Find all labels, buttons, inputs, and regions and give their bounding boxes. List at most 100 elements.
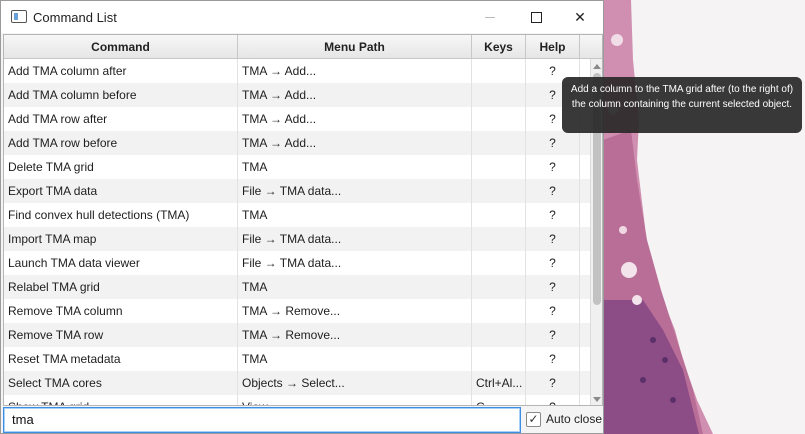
table-header: Command Menu Path Keys Help: [4, 35, 602, 59]
column-header-command[interactable]: Command: [4, 35, 238, 59]
help-cell[interactable]: ?: [526, 347, 580, 371]
command-cell: Find convex hull detections (TMA): [4, 203, 238, 227]
row-filler: [580, 299, 590, 323]
row-filler: [580, 323, 590, 347]
keys-cell: [472, 251, 526, 275]
help-cell[interactable]: ?: [526, 179, 580, 203]
table-row[interactable]: Add TMA row before TMA → Add...?: [4, 131, 590, 155]
filter-input[interactable]: tma: [3, 407, 521, 433]
table-row[interactable]: Export TMA data File → TMA data...?: [4, 179, 590, 203]
keys-cell: [472, 59, 526, 83]
menu-path-cell: View: [238, 395, 472, 405]
help-cell[interactable]: ?: [526, 323, 580, 347]
table-row[interactable]: Select TMA cores Objects → Select... Ctrl+…: [4, 371, 590, 395]
help-cell[interactable]: ?: [526, 203, 580, 227]
command-list-window: Command List ✕ Command Menu Path Keys He…: [0, 0, 604, 434]
table-row[interactable]: Add TMA row after TMA → Add...?: [4, 107, 590, 131]
command-cell: Remove TMA row: [4, 323, 238, 347]
row-filler: [580, 131, 590, 155]
keys-cell: [472, 179, 526, 203]
command-cell: Delete TMA grid: [4, 155, 238, 179]
keys-cell: [472, 347, 526, 371]
table-row[interactable]: Remove TMA row TMA → Remove...?: [4, 323, 590, 347]
keys-cell: [472, 299, 526, 323]
auto-close-label: Auto close: [546, 412, 603, 426]
menu-path-cell: TMA → Add...: [238, 131, 472, 155]
command-cell: Select TMA cores: [4, 371, 238, 395]
command-cell: Relabel TMA grid: [4, 275, 238, 299]
table-row[interactable]: Import TMA map File → TMA data...?: [4, 227, 590, 251]
keys-cell: [472, 83, 526, 107]
table-row[interactable]: Remove TMA column TMA → Remove...?: [4, 299, 590, 323]
menu-path-cell: TMA → Add...: [238, 59, 472, 83]
scroll-down-icon[interactable]: [593, 397, 601, 402]
row-filler: [580, 203, 590, 227]
row-filler: [580, 251, 590, 275]
close-button[interactable]: ✕: [557, 1, 603, 33]
keys-cell: [472, 107, 526, 131]
row-filler: [580, 227, 590, 251]
close-icon: ✕: [574, 8, 586, 25]
title-bar[interactable]: Command List ✕: [1, 1, 603, 33]
table-row[interactable]: Relabel TMA grid TMA?: [4, 275, 590, 299]
help-cell[interactable]: ?: [526, 131, 580, 155]
column-header-keys[interactable]: Keys: [472, 35, 526, 59]
table-row[interactable]: Delete TMA grid TMA?: [4, 155, 590, 179]
help-cell[interactable]: ?: [526, 275, 580, 299]
row-filler: [580, 347, 590, 371]
keys-cell: [472, 131, 526, 155]
keys-cell: Ctrl+Al...: [472, 371, 526, 395]
keys-cell: [472, 227, 526, 251]
minimize-button[interactable]: [467, 1, 513, 33]
keys-cell: [472, 275, 526, 299]
row-filler: [580, 155, 590, 179]
minimize-icon: [485, 16, 495, 18]
table-body: Add TMA column after TMA → Add...? Add TMA…: [4, 59, 590, 405]
command-cell: Add TMA row before: [4, 131, 238, 155]
command-cell: Add TMA column after: [4, 59, 238, 83]
command-cell: Add TMA column before: [4, 83, 238, 107]
menu-path-cell: TMA → Add...: [238, 107, 472, 131]
help-cell[interactable]: ?: [526, 371, 580, 395]
maximize-button[interactable]: [513, 1, 559, 33]
command-table: Command Menu Path Keys Help Add TMA colu…: [3, 34, 603, 406]
command-cell: Export TMA data: [4, 179, 238, 203]
command-cell: Remove TMA column: [4, 299, 238, 323]
command-cell: Reset TMA metadata: [4, 347, 238, 371]
help-cell[interactable]: ?: [526, 395, 580, 405]
column-header-help[interactable]: Help: [526, 35, 580, 59]
table-row[interactable]: Add TMA column before TMA → Add...?: [4, 83, 590, 107]
menu-path-cell: File → TMA data...: [238, 251, 472, 275]
menu-path-cell: Objects → Select...: [238, 371, 472, 395]
scroll-up-icon[interactable]: [593, 64, 601, 69]
keys-cell: [472, 323, 526, 347]
tissue-image: [603, 0, 805, 434]
auto-close-checkbox[interactable]: ✓: [526, 411, 541, 427]
menu-path-cell: TMA → Add...: [238, 83, 472, 107]
table-row[interactable]: Add TMA column after TMA → Add...?: [4, 59, 590, 83]
menu-path-cell: File → TMA data...: [238, 227, 472, 251]
window-title: Command List: [33, 10, 117, 25]
auto-close-toggle[interactable]: ✓ Auto close: [526, 409, 602, 429]
app-window-icon: [11, 10, 27, 23]
menu-path-cell: TMA → Remove...: [238, 299, 472, 323]
row-filler: [580, 395, 590, 405]
table-row[interactable]: Show TMA gridViewG?: [4, 395, 590, 405]
table-row[interactable]: Launch TMA data viewer File → TMA data...…: [4, 251, 590, 275]
help-cell[interactable]: ?: [526, 155, 580, 179]
table-row[interactable]: Find convex hull detections (TMA) TMA?: [4, 203, 590, 227]
command-cell: Add TMA row after: [4, 107, 238, 131]
help-cell[interactable]: ?: [526, 299, 580, 323]
keys-cell: [472, 203, 526, 227]
menu-path-cell: File → TMA data...: [238, 179, 472, 203]
help-cell[interactable]: ?: [526, 227, 580, 251]
command-cell: Import TMA map: [4, 227, 238, 251]
keys-cell: G: [472, 395, 526, 405]
column-header-menu-path[interactable]: Menu Path: [238, 35, 472, 59]
keys-cell: [472, 155, 526, 179]
table-row[interactable]: Reset TMA metadata TMA?: [4, 347, 590, 371]
maximize-icon: [530, 11, 542, 23]
row-filler: [580, 371, 590, 395]
help-cell[interactable]: ?: [526, 251, 580, 275]
menu-path-cell: TMA: [238, 347, 472, 371]
